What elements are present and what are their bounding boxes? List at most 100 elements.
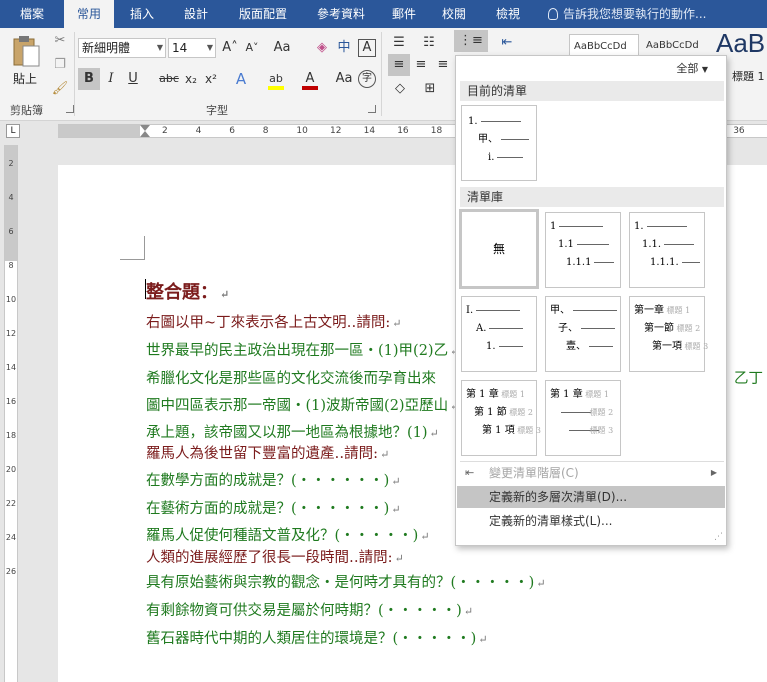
paragraph-mark: ↵ [380, 448, 390, 461]
paste-label: 貼上 [12, 72, 37, 86]
list-tile-numeric-dot[interactable]: 1. 1.1. 1.1.1. [629, 212, 705, 288]
ruler-left-margin [58, 125, 140, 137]
align-left-button[interactable]: ≡ [388, 54, 410, 76]
ruler-number: 6 [229, 126, 235, 136]
align-center-icon[interactable]: ≡ [410, 54, 432, 76]
current-list-tile[interactable]: 1. 甲、 i. [461, 105, 537, 181]
paragraph-mark: ↵ [392, 317, 402, 330]
resize-grip-icon[interactable]: ⋰ [714, 532, 723, 542]
phonetic-guide-button[interactable]: 中 [334, 37, 354, 59]
italic-button[interactable]: I [102, 68, 120, 90]
tab-references[interactable]: 參考資料 [306, 0, 376, 28]
tab-selector[interactable]: L [6, 124, 20, 138]
tab-insert[interactable]: 插入 [120, 0, 164, 28]
tab-view[interactable]: 檢視 [484, 0, 532, 28]
list-tile-chapter-num[interactable]: 第 1 章 標題 1 第 1 節 標題 2 第 1 項 標題 3 [461, 380, 541, 456]
change-case-button[interactable]: Aa [268, 37, 296, 59]
underline-button[interactable]: U [124, 68, 142, 90]
list-level-rule [489, 328, 524, 329]
document-line-tail: 乙丁 [734, 371, 763, 387]
grow-font-button[interactable]: A˄ [220, 37, 240, 59]
format-painter-icon[interactable]: 🖌 [50, 78, 70, 100]
list-tile-none[interactable]: 無 [459, 209, 539, 289]
list-level-label: 甲、 [550, 305, 570, 316]
list-tile-chapter-heading[interactable]: 第 1 章 標題 1 標題 2 標題 3 [545, 380, 621, 456]
define-new-list-style-item[interactable]: 定義新的清單樣式(L)... [457, 510, 725, 532]
cut-icon[interactable]: ✂ [50, 30, 70, 52]
filter-select[interactable]: 全部 ▼ [676, 60, 708, 76]
strikethrough-button[interactable]: abc [156, 68, 182, 90]
font-color-button[interactable]: A [300, 68, 320, 90]
current-list-section: 目前的清單 [460, 81, 724, 101]
shading-icon[interactable]: ◇ [388, 78, 412, 100]
list-level-label: 壹、 [566, 341, 586, 352]
borders-icon[interactable]: ⊞ [418, 78, 442, 100]
define-new-list-style-label: 定義新的清單樣式(L)... [489, 514, 613, 528]
list-none-label: 無 [492, 242, 505, 256]
list-tile-roman[interactable]: I. A. 1. [461, 296, 537, 372]
document-line[interactable]: 在數學方面的成就是？(‧‧‧‧‧‧) ↵ [146, 469, 401, 490]
document-line[interactable]: 圖中四區表示那一帝國‧(1)波斯帝國(2)亞歷山↵ [146, 394, 459, 415]
ruler-number: 36 [733, 126, 745, 136]
change-case-aa-button[interactable]: Aa [334, 68, 354, 90]
document-line[interactable]: 承上題，該帝國又以那一地區為根據地？(1) ↵ [146, 421, 439, 442]
hanging-indent-marker[interactable] [140, 131, 150, 137]
text-effects-button[interactable]: A [232, 68, 250, 90]
superscript-button[interactable]: x² [202, 68, 220, 90]
ribbon-tab-bar: 檔案 常用 插入 設計 版面配置 參考資料 郵件 校閱 檢視 告訴我您想要執行的… [0, 0, 767, 29]
document-line[interactable]: 羅馬人為後世留下豐富的遺產‥請問: ↵ [146, 442, 389, 463]
shrink-font-button[interactable]: A˅ [242, 37, 262, 59]
vruler-number: 10 [5, 295, 17, 304]
document-line[interactable]: 世界最早的民主政治出現在那一區‧(1)甲(2)乙↵ [146, 339, 459, 360]
bold-button[interactable]: B [78, 68, 100, 90]
tab-mailings[interactable]: 郵件 [384, 0, 424, 28]
highlight-button[interactable]: ab [266, 68, 286, 90]
document-line-text: 圖中四區表示那一帝國‧(1)波斯帝國(2)亞歷山 [146, 398, 449, 414]
decrease-indent-icon[interactable]: ⇤ [496, 32, 518, 54]
document-line[interactable]: 人類的進展經歷了很長一段時間‥請問: ↵ [146, 546, 404, 567]
tab-layout[interactable]: 版面配置 [228, 0, 298, 28]
list-level-label: i. [488, 152, 495, 163]
group-separator [381, 32, 382, 116]
tab-design[interactable]: 設計 [174, 0, 218, 28]
tell-me-box[interactable]: 告訴我您想要執行的動作... [548, 0, 706, 28]
font-launcher-icon[interactable] [368, 105, 376, 113]
numbering-icon[interactable]: ☷ [418, 32, 440, 54]
document-line[interactable]: 希臘化文化是那些區的文化交流後而孕育出來 [146, 367, 436, 388]
paste-button[interactable]: 貼上 [6, 32, 44, 96]
ruler-number: 14 [363, 126, 376, 136]
list-level-label: 子、 [558, 323, 578, 334]
multilevel-list-button[interactable]: ⋮≡ [454, 30, 488, 52]
document-line[interactable]: 羅馬人促使何種語文普及化？(‧‧‧‧‧) ↵ [146, 524, 430, 545]
define-new-multilevel-list-item[interactable]: 定義新的多層次清單(D)... [457, 486, 725, 508]
clear-format-icon[interactable]: ◈ [312, 37, 332, 59]
subscript-button[interactable]: x₂ [182, 68, 200, 90]
font-size-combo[interactable]: 14 ▼ [168, 38, 216, 58]
document-line[interactable]: 具有原始藝術與宗教的觀念‧是何時才具有的？(‧‧‧‧‧) ↵ [146, 571, 546, 592]
clipboard-launcher-icon[interactable] [66, 105, 74, 113]
tab-home[interactable]: 常用 [64, 0, 114, 29]
document-line[interactable]: 舊石器時代中期的人類居住的環境是？(‧‧‧‧‧) ↵ [146, 627, 488, 648]
document-line[interactable]: 有剩餘物資可供交易是屬於何時期？(‧‧‧‧‧) ↵ [146, 599, 473, 620]
doc-title[interactable]: 整合題： ↵ [146, 278, 229, 304]
style-heading1-label: 標題 1 [732, 70, 765, 83]
list-level-rule [664, 244, 695, 245]
align-right-icon[interactable]: ≡ [432, 54, 454, 76]
vertical-ruler[interactable]: 2 4 6 8 10 12 14 16 18 20 22 24 26 [4, 145, 18, 682]
copy-icon[interactable]: ❐ [50, 54, 70, 76]
tab-file[interactable]: 檔案 [8, 0, 56, 28]
change-list-level-item[interactable]: ⇤ 變更清單階層(C) ▶ [457, 462, 725, 484]
font-name-combo[interactable]: 新細明體 ▼ [78, 38, 166, 58]
list-tile-numeric[interactable]: 1 1.1 1.1.1 [545, 212, 621, 288]
enclose-char-button[interactable]: 字 [358, 70, 376, 88]
document-line[interactable]: 在藝術方面的成就是？(‧‧‧‧‧‧) ↵ [146, 497, 401, 518]
tell-me-text: 告訴我您想要執行的動作... [563, 7, 707, 21]
tab-review[interactable]: 校閱 [434, 0, 474, 28]
font-color-label: A [305, 71, 315, 86]
list-tile-chapter-zh[interactable]: 第一章 標題 1 第一節 標題 2 第一項 標題 3 [629, 296, 708, 372]
list-tile-chinese[interactable]: 甲、子、壹、 [545, 296, 621, 372]
document-line-text: 有剩餘物資可供交易是屬於何時期？(‧‧‧‧‧) [146, 603, 462, 619]
char-border-button[interactable]: A [358, 39, 376, 57]
document-line[interactable]: 右圖以甲~丁來表示各上古文明‥請問: ↵ [146, 311, 401, 332]
bullets-icon[interactable]: ☰ [388, 32, 410, 54]
